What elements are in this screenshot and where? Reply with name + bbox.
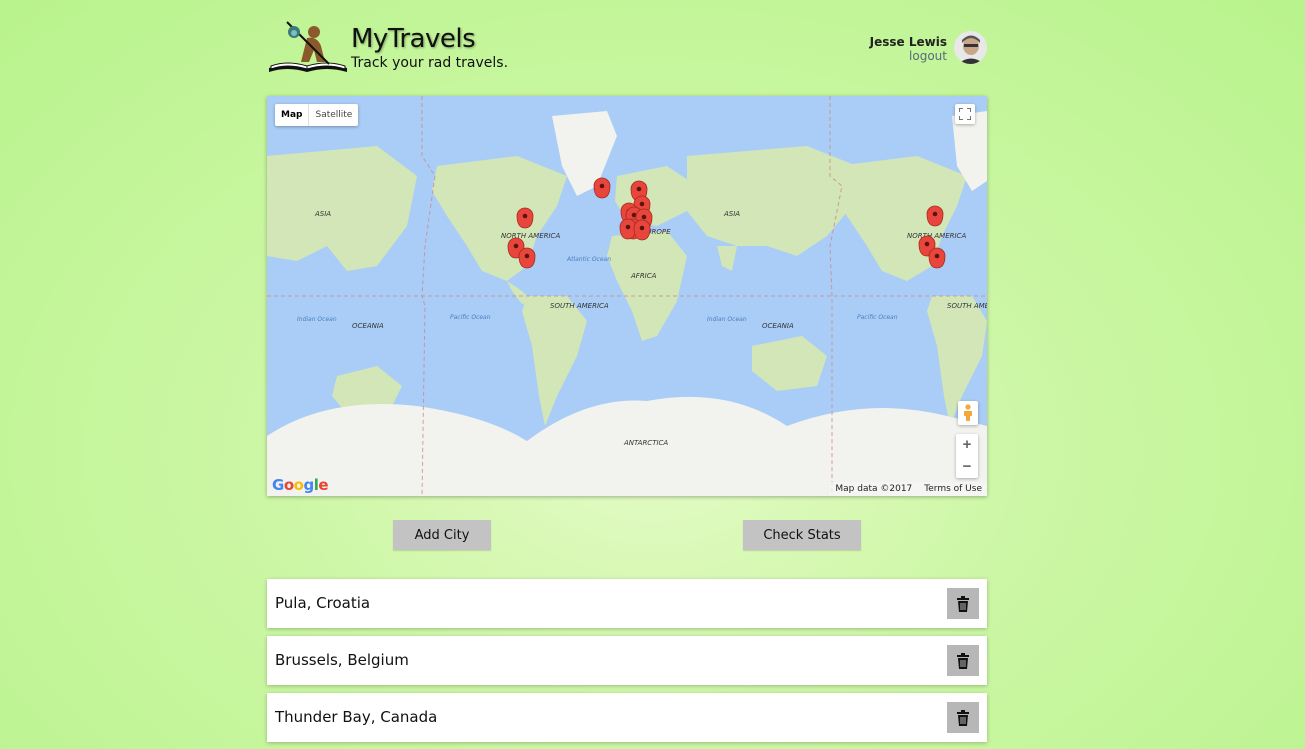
label-north-america-right: NORTH AMERICA [907,232,966,240]
world-map[interactable]: ASIA ASIA NORTH AMERICA NORTH AMERICA SO… [267,96,987,496]
label-africa: AFRICA [630,272,657,280]
map-canvas: ASIA ASIA NORTH AMERICA NORTH AMERICA SO… [267,96,987,496]
label-asia-right: ASIA [723,210,740,218]
city-name: Pula, Croatia [275,594,371,612]
google-logo[interactable]: Google [272,476,329,494]
logo-icon [269,21,347,72]
label-indian-left: Indian Ocean [297,316,337,323]
zoom-out-button[interactable]: − [956,456,978,478]
city-name: Brussels, Belgium [275,651,409,669]
city-name: Thunder Bay, Canada [275,708,438,726]
map-type-map-button[interactable]: Map [275,104,310,126]
label-south-america-left: SOUTH AMERICA [550,302,609,310]
map-marker-icon [926,205,944,227]
map-marker-icon [619,218,637,240]
street-view-button[interactable] [958,401,978,425]
map-attribution: Map data ©2017 Terms of Use [830,482,987,496]
map-data-text: Map data ©2017 [835,484,913,494]
label-asia-left: ASIA [314,210,331,218]
add-city-button[interactable]: Add City [393,520,491,550]
list-item: Thunder Bay, Canada [267,693,987,742]
app-tagline: Track your rad travels. [351,55,509,71]
delete-city-button[interactable] [947,702,979,733]
delete-city-button[interactable] [947,645,979,676]
map-marker-icon [593,177,611,199]
map-marker-icon [928,247,946,269]
map-type-satellite-button[interactable]: Satellite [309,104,358,126]
label-pacific-left: Pacific Ocean [450,314,491,321]
label-oceania-left: OCEANIA [352,322,384,330]
avatar[interactable] [954,31,987,64]
delete-city-button[interactable] [947,588,979,619]
list-item: Brussels, Belgium [267,636,987,685]
map-marker-icon [633,219,651,241]
trash-icon [957,652,969,669]
map-marker-icon [518,247,536,269]
terms-link[interactable]: Terms of Use [924,482,982,496]
label-south-america-right: SOUTH AMERICA [947,302,987,310]
label-atlantic: Atlantic Ocean [566,256,611,263]
list-item: Pula, Croatia [267,579,987,628]
avatar-image [954,31,987,64]
trash-icon [957,595,969,612]
label-pacific-right: Pacific Ocean [857,314,898,321]
fullscreen-button[interactable] [955,104,975,124]
label-north-america-left: NORTH AMERICA [501,232,560,240]
label-oceania-right: OCEANIA [762,322,794,330]
label-indian-right: Indian Ocean [707,316,747,323]
check-stats-button[interactable]: Check Stats [743,520,861,550]
label-antarctica: ANTARCTICA [623,439,668,447]
user-name: Jesse Lewis [869,35,947,49]
zoom-in-button[interactable]: + [956,434,978,456]
map-marker-icon [516,207,534,229]
map-type-control: Map Satellite [275,104,359,126]
app-title: MyTravels [351,24,476,54]
logout-link[interactable]: logout [909,49,947,63]
zoom-control: + − [956,434,978,478]
fullscreen-icon [959,108,971,120]
pegman-icon [964,404,972,421]
trash-icon [957,709,969,726]
